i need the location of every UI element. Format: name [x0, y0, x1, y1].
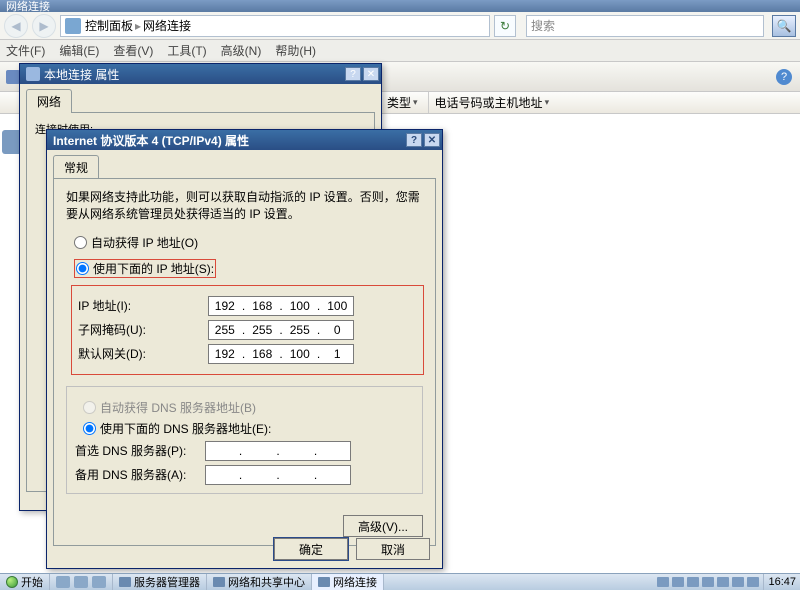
- gateway-label: 默认网关(D):: [78, 345, 208, 362]
- quick-launch: [50, 574, 113, 590]
- alt-dns-label: 备用 DNS 服务器(A):: [75, 466, 205, 483]
- tray-icon[interactable]: [702, 577, 714, 587]
- menu-tools[interactable]: 工具(T): [167, 42, 206, 59]
- refresh-button[interactable]: ↻: [494, 15, 516, 37]
- explorer-titlebar: 网络连接: [0, 0, 800, 12]
- cancel-button[interactable]: 取消: [356, 538, 430, 560]
- back-button[interactable]: ◀: [4, 14, 28, 38]
- radio-auto-ip[interactable]: 自动获得 IP 地址(O): [74, 234, 423, 251]
- start-orb-icon: [6, 576, 18, 588]
- menu-advanced[interactable]: 高级(N): [221, 42, 262, 59]
- tray-icon[interactable]: [732, 577, 744, 587]
- breadcrumb-root[interactable]: 控制面板: [85, 17, 133, 34]
- tray-icon[interactable]: [747, 577, 759, 587]
- radio-use-dns-input[interactable]: [83, 422, 96, 435]
- ql-icon-3[interactable]: [92, 576, 106, 588]
- lac-tab-network[interactable]: 网络: [26, 89, 72, 113]
- nav-toolbar: ◀ ▶ 控制面板 ▸ 网络连接 ↻ 搜索 🔍: [0, 12, 800, 40]
- ipv4-titlebar[interactable]: Internet 协议版本 4 (TCP/IPv4) 属性 ? ✕: [47, 130, 442, 150]
- search-input[interactable]: 搜索: [526, 15, 764, 37]
- task-network-center[interactable]: 网络和共享中心: [207, 574, 312, 590]
- tray-icon[interactable]: [687, 577, 699, 587]
- window-title: 网络连接: [6, 0, 50, 14]
- col-phone[interactable]: 电话号码或主机地址▾: [428, 92, 556, 113]
- advanced-button[interactable]: 高级(V)...: [343, 515, 423, 537]
- dns-group: 自动获得 DNS 服务器地址(B) 使用下面的 DNS 服务器地址(E): 首选…: [66, 386, 423, 494]
- radio-auto-ip-input[interactable]: [74, 236, 87, 249]
- tray-icon[interactable]: [672, 577, 684, 587]
- ipv4-help-button[interactable]: ?: [406, 133, 422, 147]
- lac-help-button[interactable]: ?: [345, 67, 361, 81]
- lac-title-text: 本地连接 属性: [44, 66, 119, 83]
- menu-help[interactable]: 帮助(H): [275, 42, 316, 59]
- mask-label: 子网掩码(U):: [78, 321, 208, 338]
- ipv4-intro-text: 如果网络支持此功能，则可以获取自动指派的 IP 设置。否则，您需要从网络系统管理…: [66, 189, 423, 224]
- task-network-connections[interactable]: 网络连接: [312, 574, 384, 590]
- ipv4-tab-general[interactable]: 常规: [53, 155, 99, 179]
- start-label: 开始: [21, 574, 43, 590]
- alt-dns-input[interactable]: ...: [205, 465, 351, 485]
- radio-use-ip-input[interactable]: [76, 262, 89, 275]
- breadcrumb[interactable]: 控制面板 ▸ 网络连接: [60, 15, 490, 37]
- tray-icon[interactable]: [717, 577, 729, 587]
- forward-button[interactable]: ▶: [32, 14, 56, 38]
- ipv4-tab-panel: 如果网络支持此功能，则可以获取自动指派的 IP 设置。否则，您需要从网络系统管理…: [53, 178, 436, 546]
- taskbar-clock[interactable]: 16:47: [763, 574, 800, 590]
- taskbar: 开始 服务器管理器 网络和共享中心 网络连接 16:47: [0, 573, 800, 590]
- ipv4-close-button[interactable]: ✕: [424, 133, 440, 147]
- radio-use-dns[interactable]: 使用下面的 DNS 服务器地址(E):: [83, 420, 414, 437]
- start-button[interactable]: 开始: [0, 574, 50, 590]
- menu-file[interactable]: 文件(F): [6, 42, 45, 59]
- search-button[interactable]: 🔍: [772, 15, 796, 37]
- col-type[interactable]: 类型▾: [380, 92, 424, 113]
- rename-icon: [6, 70, 20, 84]
- subnet-mask-input[interactable]: 255. 255. 255. 0: [208, 320, 354, 340]
- task-icon: [213, 577, 225, 587]
- task-icon: [119, 577, 131, 587]
- lac-close-button[interactable]: ✕: [363, 67, 379, 81]
- pref-dns-input[interactable]: ...: [205, 441, 351, 461]
- ip-fields-group: IP 地址(I): 192. 168. 100. 100 子网掩码(U): 25…: [72, 286, 423, 374]
- ipv4-properties-dialog: Internet 协议版本 4 (TCP/IPv4) 属性 ? ✕ 常规 如果网…: [46, 129, 443, 569]
- task-server-manager[interactable]: 服务器管理器: [113, 574, 207, 590]
- ip-address-input[interactable]: 192. 168. 100. 100: [208, 296, 354, 316]
- breadcrumb-sep: ▸: [135, 19, 141, 33]
- radio-use-ip-label: 使用下面的 IP 地址(S):: [93, 260, 214, 277]
- task-icon: [318, 577, 330, 587]
- ql-icon-1[interactable]: [56, 576, 70, 588]
- menu-edit[interactable]: 编辑(E): [59, 42, 99, 59]
- lac-icon: [26, 67, 40, 81]
- search-placeholder: 搜索: [531, 17, 555, 34]
- radio-auto-dns: 自动获得 DNS 服务器地址(B): [83, 399, 414, 416]
- tray-icon[interactable]: [657, 577, 669, 587]
- ip-label: IP 地址(I):: [78, 297, 208, 314]
- breadcrumb-leaf[interactable]: 网络连接: [143, 17, 191, 34]
- ok-button[interactable]: 确定: [274, 538, 348, 560]
- help-button[interactable]: ?: [776, 69, 792, 85]
- panel-icon: [65, 18, 81, 34]
- radio-auto-dns-input: [83, 401, 96, 414]
- gateway-input[interactable]: 192. 168. 100. 1: [208, 344, 354, 364]
- system-tray: [653, 574, 763, 590]
- menu-view[interactable]: 查看(V): [113, 42, 153, 59]
- menubar: 文件(F) 编辑(E) 查看(V) 工具(T) 高级(N) 帮助(H): [0, 40, 800, 62]
- radio-auto-ip-label: 自动获得 IP 地址(O): [91, 234, 198, 251]
- radio-use-dns-label: 使用下面的 DNS 服务器地址(E):: [100, 420, 271, 437]
- ql-icon-2[interactable]: [74, 576, 88, 588]
- radio-auto-dns-label: 自动获得 DNS 服务器地址(B): [100, 399, 256, 416]
- ipv4-title-text: Internet 协议版本 4 (TCP/IPv4) 属性: [53, 132, 249, 149]
- radio-use-ip[interactable]: 使用下面的 IP 地址(S):: [74, 259, 216, 278]
- lac-titlebar[interactable]: 本地连接 属性 ? ✕: [20, 64, 381, 84]
- pref-dns-label: 首选 DNS 服务器(P):: [75, 442, 205, 459]
